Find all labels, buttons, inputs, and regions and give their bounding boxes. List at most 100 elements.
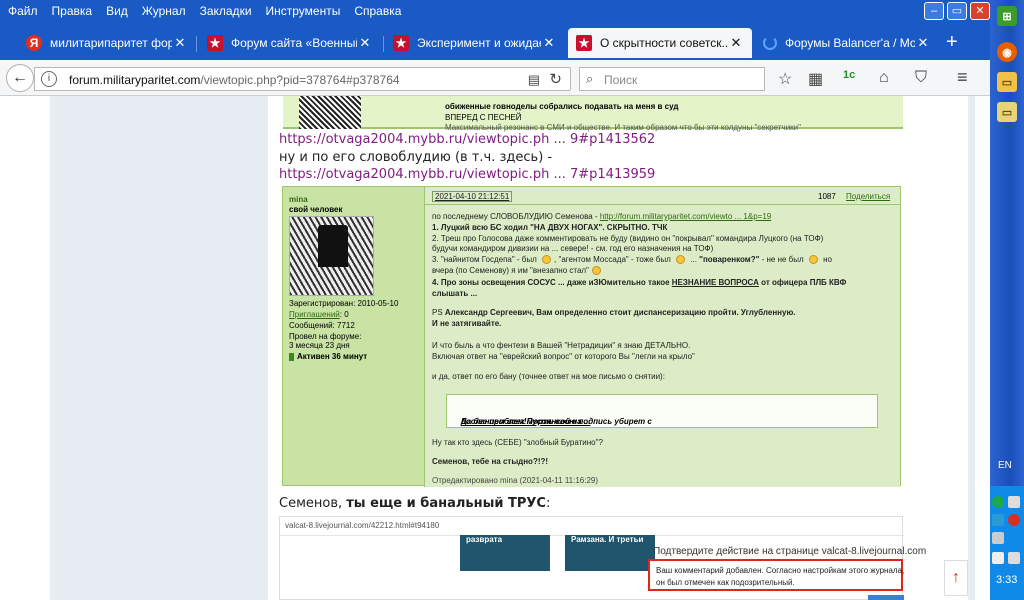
avatar (299, 96, 361, 129)
tab-close-icon[interactable]: ✕ (172, 35, 188, 51)
tray-app-icon[interactable] (992, 532, 1004, 544)
tab-label: Форумы Balancer'a / Мо... (785, 36, 915, 50)
home-icon[interactable]: ⌂ (879, 69, 889, 87)
smiley-icon (542, 255, 552, 265)
menu-bar: Файл Правка Вид Журнал Закладки Инструме… (0, 0, 990, 22)
menu-view[interactable]: Вид (106, 4, 128, 18)
display-icon[interactable] (992, 552, 1004, 564)
volume-icon[interactable] (1008, 552, 1020, 564)
author-posts: Сообщений: 7712 (289, 321, 355, 330)
smiley-icon (676, 255, 686, 265)
language-indicator[interactable]: EN (998, 460, 1012, 471)
dialog-button (868, 595, 904, 600)
otvaga-link-2[interactable]: https://otvaga2004.mybb.ru/viewtopic.ph … (279, 167, 655, 182)
post-line: слышать ... (432, 289, 478, 298)
menu-help[interactable]: Справка (354, 4, 401, 18)
security-alert-icon[interactable] (1008, 514, 1020, 526)
post-timestamp[interactable]: 2021-04-10 21:12:51 (432, 191, 513, 202)
smiley-icon (591, 266, 601, 276)
author-title: свой человек (289, 205, 343, 214)
tab-close-icon[interactable]: ✕ (728, 35, 744, 51)
tab-militaryparitet-search[interactable]: Я милитарипаритет фор... ✕ (18, 28, 196, 58)
pocket-icon[interactable]: ⛉ (915, 69, 927, 87)
yandex-icon: Я (26, 35, 42, 51)
star-icon: ★ (207, 35, 223, 51)
tab-divider (383, 36, 384, 52)
otvaga-link-1[interactable]: https://otvaga2004.mybb.ru/viewtopic.ph … (279, 132, 655, 147)
star-icon: ★ (576, 35, 592, 51)
post-content: 2021-04-10 21:12:51 1087 Поделиться по п… (424, 187, 901, 487)
share-link[interactable]: Поделиться (846, 192, 890, 201)
tab-close-icon[interactable]: ✕ (357, 35, 373, 51)
screenshot-tile: Рамзана. И третьи (565, 535, 655, 571)
shield-icon[interactable] (992, 496, 1004, 508)
post-line: по последнему СЛОВОБЛУДИЮ Семенова - htt… (432, 212, 772, 221)
onec-extension-icon[interactable]: 1c (843, 69, 855, 81)
body-text: ну и по его словоблудию (в т.ч. здесь) - (279, 150, 553, 165)
author-time-label: Провел на форуме: (289, 332, 362, 341)
folder-icon[interactable]: ▭ (997, 72, 1017, 92)
post-line: Семенов, тебе на стыдно?!?! (432, 457, 549, 466)
avatar (289, 216, 374, 296)
tab-label: Эксперимент и ожидае... (417, 36, 541, 50)
site-info-icon[interactable]: i (41, 71, 57, 87)
author-active-status: Активен 36 минут (289, 352, 367, 361)
tab-close-icon[interactable]: ✕ (915, 35, 931, 51)
close-window-button[interactable]: ✕ (970, 2, 990, 20)
page-content: обиженные говноделы собрались подавать н… (0, 96, 990, 600)
back-button[interactable]: ← (6, 64, 34, 92)
post-line: вчера (по Семенову) я им "внезапно стал" (432, 266, 604, 276)
tab-label: Форум сайта «Военный... (231, 36, 357, 50)
screenshot-tile: разврата (460, 535, 550, 571)
embedded-screenshot: valcat-8.livejournal.com/42212.html#t941… (279, 516, 926, 600)
menu-tools[interactable]: Инструменты (266, 4, 341, 18)
reading-list-icon[interactable]: ▦ (808, 69, 823, 89)
tab-label: О скрытности советск... (600, 36, 728, 50)
clock[interactable]: 3:33 (996, 574, 1017, 586)
tab-secrecy-active[interactable]: ★ О скрытности советск... ✕ (568, 28, 752, 58)
menu-file[interactable]: Файл (8, 4, 38, 18)
author-invites: Приглашений: 0 (289, 310, 349, 319)
maximize-button[interactable]: ▭ (947, 2, 967, 20)
star-icon: ★ (393, 35, 409, 51)
firefox-icon[interactable]: ◉ (997, 42, 1017, 62)
post-line: 4. Про зоны освещения СОСУС ... даже иЗЮ… (432, 278, 847, 287)
tab-forum-military[interactable]: ★ Форум сайта «Военный... ✕ (199, 28, 381, 58)
bookmark-star-icon[interactable]: ☆ (778, 69, 792, 89)
author-time-value: 3 месяца 23 дня (289, 341, 350, 350)
minimize-button[interactable]: – (924, 2, 944, 20)
post-line: PS Александр Сергеевич, Вам определенно … (432, 308, 796, 317)
smiley-icon (808, 255, 818, 265)
tab-close-icon[interactable]: ✕ (541, 35, 557, 51)
search-placeholder: Поиск (604, 73, 638, 87)
author-name[interactable]: mina (289, 195, 308, 204)
new-tab-button[interactable]: + (946, 32, 958, 52)
post-line: Включая ответ на "еврейский вопрос" от к… (432, 352, 695, 361)
tab-bar: Я милитарипаритет фор... ✕ ★ Форум сайта… (0, 22, 990, 60)
post-line: Ну так кто здесь (СЕБЕ) "злобный Буратин… (432, 438, 603, 447)
tab-label: милитарипаритет фор... (50, 36, 172, 50)
loading-icon (763, 36, 777, 50)
screenshot-url: valcat-8.livejournal.com/42212.html#t941… (285, 521, 440, 530)
tray-app-icon[interactable] (992, 514, 1004, 526)
post-number: 1087 (818, 192, 836, 201)
notice-box: Ваш комментарий добавлен. Согласно настр… (648, 559, 904, 591)
dialog-title: Подтвердите действие на странице valcat-… (653, 546, 927, 557)
menu-history[interactable]: Журнал (142, 4, 186, 18)
menu-bookmarks[interactable]: Закладки (200, 4, 252, 18)
folder-icon[interactable]: ▭ (997, 102, 1017, 122)
tab-experiment[interactable]: ★ Эксперимент и ожидае... ✕ (385, 28, 565, 58)
post-line: и да, ответ по его бану (точнее ответ на… (432, 372, 665, 381)
tab-balancer-forums[interactable]: Форумы Balancer'a / Мо... ✕ (755, 28, 939, 58)
hamburger-menu-icon[interactable]: ≡ (957, 67, 968, 88)
network-icon[interactable] (1008, 496, 1020, 508)
scroll-to-top-button[interactable]: ↑ (944, 560, 968, 596)
search-input[interactable]: ⌕ Поиск (579, 67, 765, 91)
militaryparitet-link[interactable]: http://forum.militaryparitet.com/viewto … (600, 212, 771, 221)
reader-view-icon[interactable]: ▤ (528, 72, 540, 88)
reload-icon[interactable]: ↻ (549, 70, 562, 88)
menu-edit[interactable]: Правка (52, 4, 93, 18)
start-button[interactable]: ⊞ (997, 6, 1017, 26)
url-bar[interactable]: i forum.militaryparitet.com/viewtopic.ph… (34, 67, 571, 91)
url-text[interactable]: forum.militaryparitet.com/viewtopic.php?… (69, 73, 400, 87)
